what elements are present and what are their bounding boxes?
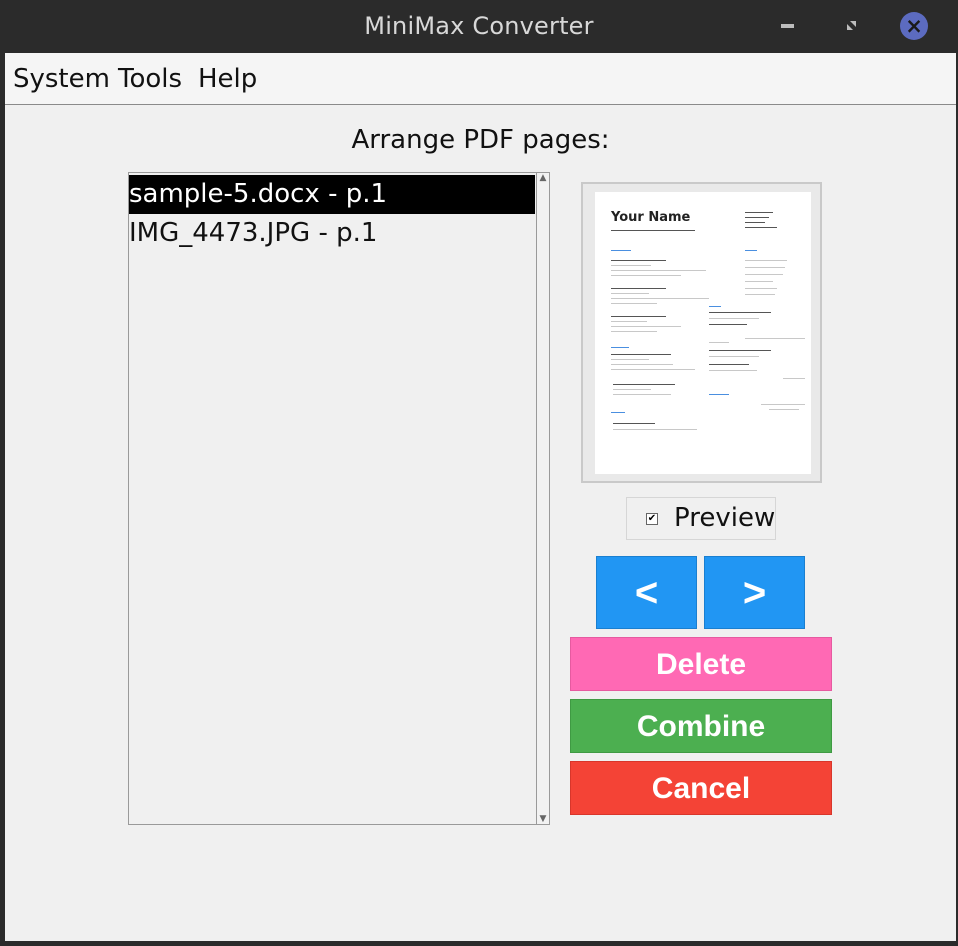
list-item-selected[interactable]: sample-5.docx - p.1 — [129, 175, 535, 214]
move-up-button[interactable]: < — [596, 556, 697, 629]
combine-button[interactable]: Combine — [570, 699, 832, 753]
preview-checkbox-label: Preview — [674, 503, 776, 533]
app-window: System Tools Help Arrange PDF pages: sam… — [5, 53, 956, 941]
window-title: MiniMax Converter — [364, 12, 594, 40]
title-bar: MiniMax Converter × — [0, 0, 958, 53]
menu-bar: System Tools Help — [5, 53, 956, 105]
minimize-icon[interactable] — [781, 24, 794, 28]
scroll-down-icon[interactable]: ▼ — [537, 814, 549, 824]
pages-list[interactable]: sample-5.docx - p.1 IMG_4473.JPG - p.1 — [128, 172, 536, 825]
scroll-up-icon[interactable]: ▲ — [537, 173, 549, 183]
delete-button[interactable]: Delete — [570, 637, 832, 691]
maximize-icon[interactable] — [845, 19, 858, 32]
preview-thumbnail: Your Name — [595, 192, 811, 474]
menu-system[interactable]: System — [13, 64, 110, 94]
close-icon[interactable]: × — [900, 12, 928, 40]
preview-toggle[interactable]: ✔ Preview — [626, 497, 776, 540]
menu-help[interactable]: Help — [198, 64, 257, 94]
cancel-button[interactable]: Cancel — [570, 761, 832, 815]
preview-doc-title: Your Name — [611, 210, 691, 225]
preview-checkbox[interactable]: ✔ — [646, 513, 658, 525]
move-down-button[interactable]: > — [704, 556, 805, 629]
list-scrollbar[interactable]: ▲ ▼ — [536, 172, 550, 825]
page-preview: Your Name — [581, 182, 822, 483]
menu-tools[interactable]: Tools — [118, 64, 182, 94]
page-heading: Arrange PDF pages: — [351, 125, 610, 155]
list-item[interactable]: IMG_4473.JPG - p.1 — [129, 214, 535, 253]
